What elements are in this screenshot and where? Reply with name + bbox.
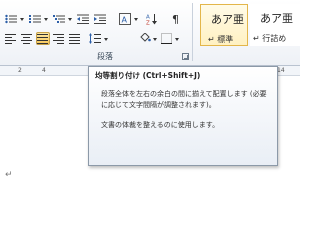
align-center-button[interactable] xyxy=(20,32,34,45)
borders-button[interactable] xyxy=(160,32,174,45)
tooltip-title: 均等割り付け (Ctrl+Shift+J) xyxy=(95,71,201,80)
group-divider xyxy=(192,3,193,61)
align-right-icon xyxy=(53,34,64,44)
justify-tooltip: 均等割り付け (Ctrl+Shift+J) 段落全体を左右の余白の間に揃えて配置… xyxy=(88,66,278,166)
line-spacing-icon xyxy=(89,33,101,44)
svg-text:A: A xyxy=(122,16,128,25)
style-sample-text: あア亜 xyxy=(211,13,244,26)
decrease-indent-button[interactable] xyxy=(76,12,90,26)
numbering-button[interactable] xyxy=(28,12,42,26)
shading-dropdown-icon[interactable] xyxy=(153,38,157,41)
distributed-align-icon xyxy=(69,34,80,44)
borders-dropdown-icon[interactable] xyxy=(175,38,179,41)
word-window: A A Z ¶ 段落 あア亜 ↵ 標準 あア亜 ↵ 行詰め 2 4 14 ↵ 均… xyxy=(0,0,300,216)
borders-icon xyxy=(161,33,172,44)
asian-layout-dropdown-icon[interactable] xyxy=(134,18,138,21)
multilevel-list-button[interactable] xyxy=(52,12,66,26)
bullets-dropdown-icon[interactable] xyxy=(20,18,24,21)
paint-bucket-icon xyxy=(140,33,151,42)
tooltip-description: 段落全体を左右の余白の間に揃えて配置します (必要に応じて文字間隔が調整されます… xyxy=(101,90,267,109)
tooltip-usage: 文書の体裁を整えるのに使用します。 xyxy=(101,121,220,129)
paragraph-dialog-launcher-icon[interactable] xyxy=(182,53,189,60)
asian-layout-button[interactable]: A xyxy=(118,12,132,26)
distributed-align-button[interactable] xyxy=(68,32,82,45)
decrease-indent-icon xyxy=(77,14,89,24)
bullets-button[interactable] xyxy=(4,12,18,26)
ribbon: A A Z ¶ 段落 あア亜 ↵ 標準 あア亜 ↵ 行詰め xyxy=(0,0,300,66)
style-name-label: ↵ 標準 xyxy=(208,35,234,44)
svg-text:Z: Z xyxy=(146,21,150,26)
increase-indent-button[interactable] xyxy=(93,12,107,26)
multilevel-list-dropdown-icon[interactable] xyxy=(68,18,72,21)
ruler-number: 4 xyxy=(42,67,46,74)
style-tile-normal[interactable]: あア亜 ↵ 標準 xyxy=(200,4,248,46)
sort-button[interactable]: A Z xyxy=(145,12,159,26)
asian-layout-icon: A xyxy=(119,13,131,25)
style-sample-text: あア亜 xyxy=(260,12,293,25)
line-spacing-button[interactable] xyxy=(88,32,102,45)
ruler-number: 2 xyxy=(18,67,22,74)
align-left-icon xyxy=(5,34,16,44)
justify-button[interactable] xyxy=(36,32,50,45)
sort-icon: A Z xyxy=(146,14,157,26)
show-formatting-button[interactable]: ¶ xyxy=(170,12,184,26)
tooltip-body: 段落全体を左右の余白の間に揃えて配置します (必要に応じて文字間隔が調整されます… xyxy=(101,89,271,131)
svg-text:¶: ¶ xyxy=(172,13,179,25)
paragraph-mark: ↵ xyxy=(5,170,13,180)
style-name-label: ↵ 行詰め xyxy=(253,34,287,43)
numbering-dropdown-icon[interactable] xyxy=(44,18,48,21)
bullets-icon xyxy=(5,14,17,24)
ruler-number: 14 xyxy=(277,67,285,74)
align-right-button[interactable] xyxy=(52,32,66,45)
paragraph-mark-icon: ¶ xyxy=(172,13,179,25)
style-tile-no-spacing[interactable]: あア亜 ↵ 行詰め xyxy=(250,4,300,46)
align-left-button[interactable] xyxy=(4,32,18,45)
line-spacing-dropdown-icon[interactable] xyxy=(104,38,108,41)
multilevel-list-icon xyxy=(53,15,65,23)
increase-indent-icon xyxy=(94,14,106,24)
shading-button[interactable] xyxy=(138,32,152,45)
numbering-icon xyxy=(29,15,41,23)
align-center-icon xyxy=(21,34,32,44)
paragraph-group-label: 段落 xyxy=(97,52,113,61)
justify-icon xyxy=(37,34,48,44)
